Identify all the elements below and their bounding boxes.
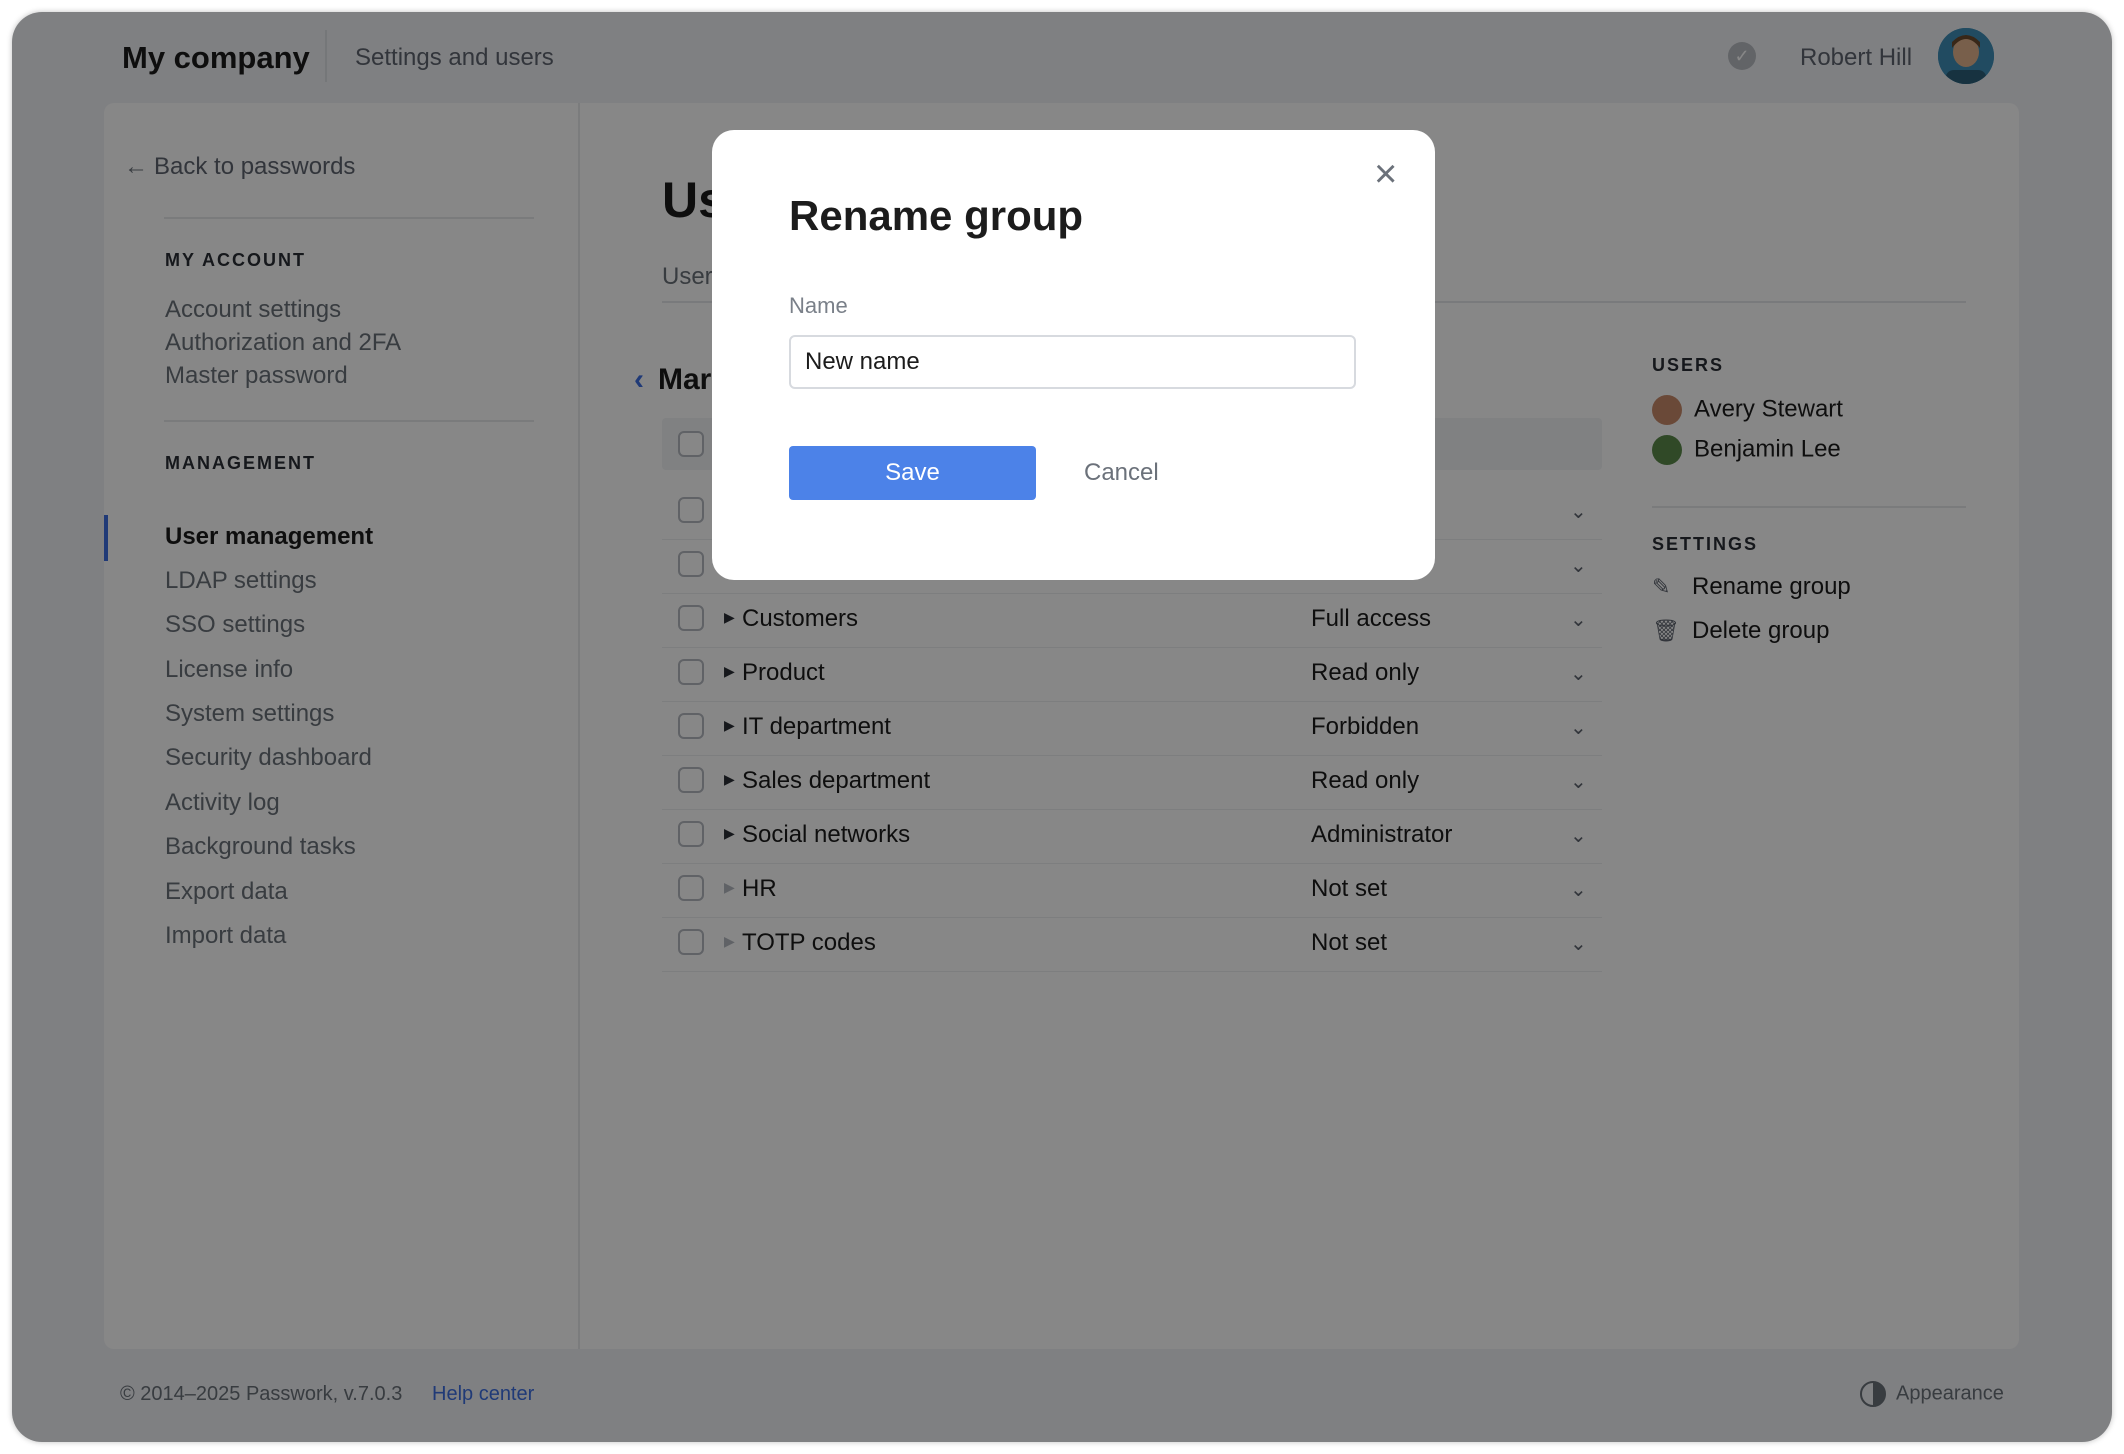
close-icon[interactable]: ×	[1374, 154, 1397, 194]
name-field-label: Name	[789, 293, 848, 318]
dialog-title: Rename group	[789, 192, 1084, 239]
name-input[interactable]	[789, 335, 1356, 389]
save-button[interactable]: Save	[789, 446, 1036, 500]
rename-group-dialog: × Rename group Name Save Cancel	[712, 130, 1435, 580]
cancel-button[interactable]: Cancel	[1078, 446, 1165, 500]
app-window: My company Settings and users ✓ Robert H…	[12, 12, 2112, 1442]
